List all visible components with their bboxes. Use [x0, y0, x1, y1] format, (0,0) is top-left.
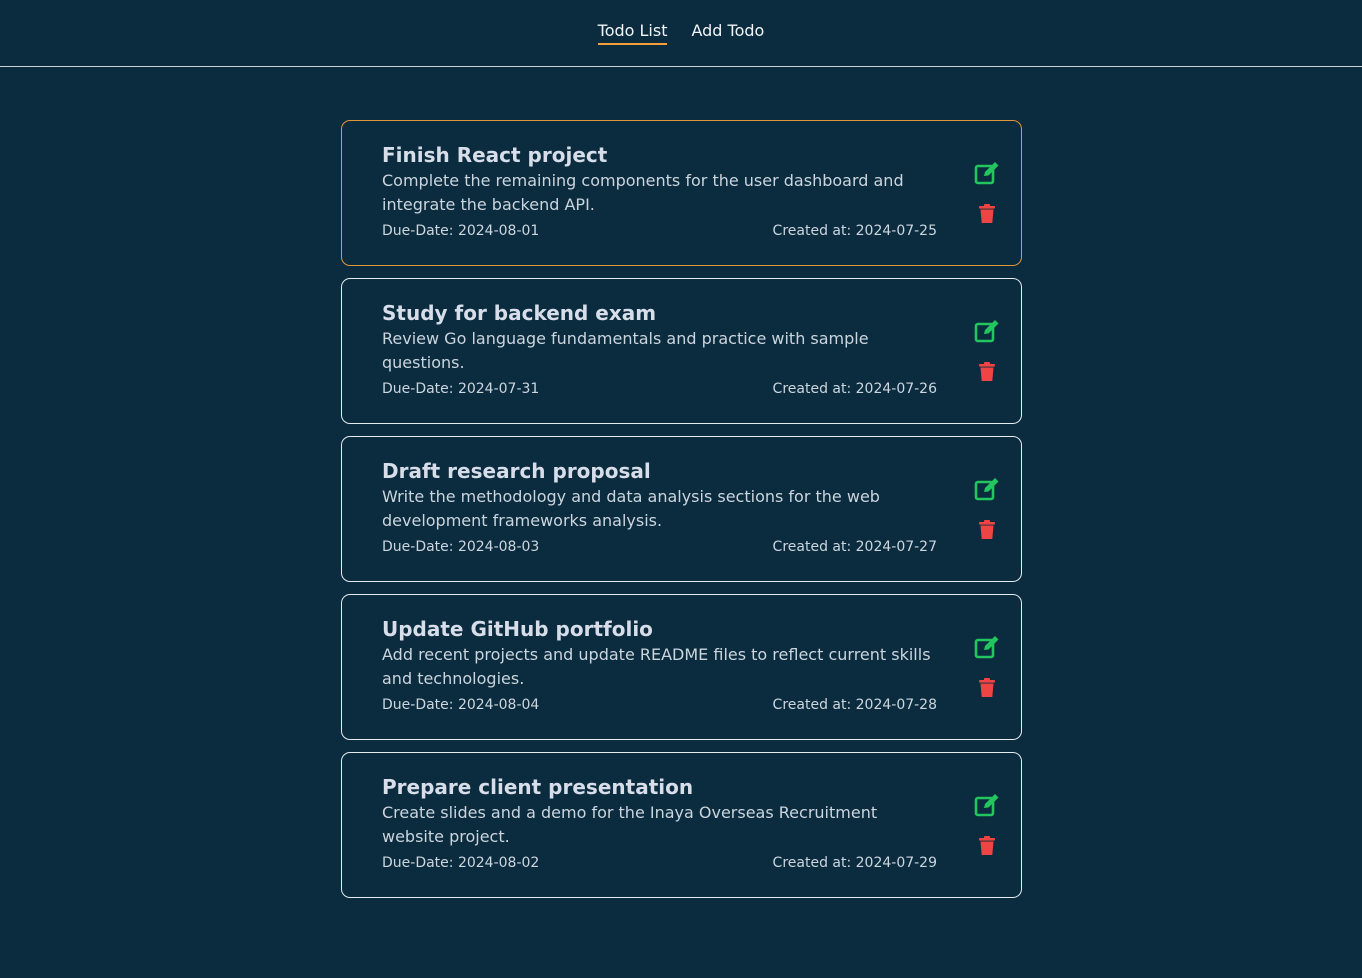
todo-created-at: Created at: 2024-07-29 — [772, 855, 937, 871]
todo-description: Write the methodology and data analysis … — [382, 487, 880, 530]
todo-card[interactable]: Finish React project Complete the remain… — [341, 120, 1022, 266]
todo-created-at: Created at: 2024-07-27 — [772, 539, 937, 555]
edit-icon[interactable] — [974, 635, 1000, 663]
todo-description: Complete the remaining components for th… — [382, 171, 904, 214]
todo-due-date: Due-Date: 2024-08-04 — [382, 697, 540, 713]
todo-meta: Due-Date: 2024-08-03 Created at: 2024-07… — [382, 538, 937, 556]
todo-due-date: Due-Date: 2024-08-01 — [382, 223, 540, 239]
todo-due-date: Due-Date: 2024-08-02 — [382, 855, 540, 871]
todo-meta: Due-Date: 2024-08-04 Created at: 2024-07… — [382, 696, 937, 714]
todo-actions — [974, 319, 1000, 385]
todo-card[interactable]: Prepare client presentation Create slide… — [341, 752, 1022, 898]
todo-description: Review Go language fundamentals and prac… — [382, 329, 869, 372]
todo-created-at: Created at: 2024-07-26 — [772, 381, 937, 397]
todo-actions — [974, 635, 1000, 701]
todo-card[interactable]: Draft research proposal Write the method… — [341, 436, 1022, 582]
todo-due-date: Due-Date: 2024-07-31 — [382, 381, 540, 397]
todo-title: Study for backend exam — [382, 301, 657, 325]
trash-icon[interactable] — [979, 204, 995, 227]
todo-title: Prepare client presentation — [382, 775, 694, 799]
trash-icon[interactable] — [979, 520, 995, 543]
trash-icon[interactable] — [979, 836, 995, 859]
edit-icon[interactable] — [974, 319, 1000, 347]
todo-list: Finish React project Complete the remain… — [341, 120, 1022, 910]
todo-actions — [974, 477, 1000, 543]
todo-card[interactable]: Update GitHub portfolio Add recent proje… — [341, 594, 1022, 740]
todo-created-at: Created at: 2024-07-25 — [772, 223, 937, 239]
edit-icon[interactable] — [974, 477, 1000, 505]
todo-created-at: Created at: 2024-07-28 — [772, 697, 937, 713]
trash-icon[interactable] — [979, 678, 995, 701]
todo-meta: Due-Date: 2024-08-02 Created at: 2024-07… — [382, 854, 937, 872]
todo-actions — [974, 793, 1000, 859]
todo-title: Finish React project — [382, 143, 608, 167]
trash-icon[interactable] — [979, 362, 995, 385]
todo-title: Update GitHub portfolio — [382, 617, 653, 641]
edit-icon[interactable] — [974, 161, 1000, 189]
todo-meta: Due-Date: 2024-08-01 Created at: 2024-07… — [382, 222, 937, 240]
todo-description: Create slides and a demo for the Inaya O… — [382, 803, 878, 846]
todo-actions — [974, 161, 1000, 227]
todo-due-date: Due-Date: 2024-08-03 — [382, 539, 540, 555]
todo-title: Draft research proposal — [382, 459, 651, 483]
nav-add-todo[interactable]: Add Todo — [691, 21, 764, 45]
top-navbar: Todo List Add Todo — [0, 0, 1362, 67]
nav-todo-list[interactable]: Todo List — [597, 21, 668, 45]
edit-icon[interactable] — [974, 793, 1000, 821]
todo-description: Add recent projects and update README fi… — [382, 645, 931, 688]
todo-card[interactable]: Study for backend exam Review Go languag… — [341, 278, 1022, 424]
todo-meta: Due-Date: 2024-07-31 Created at: 2024-07… — [382, 380, 937, 398]
